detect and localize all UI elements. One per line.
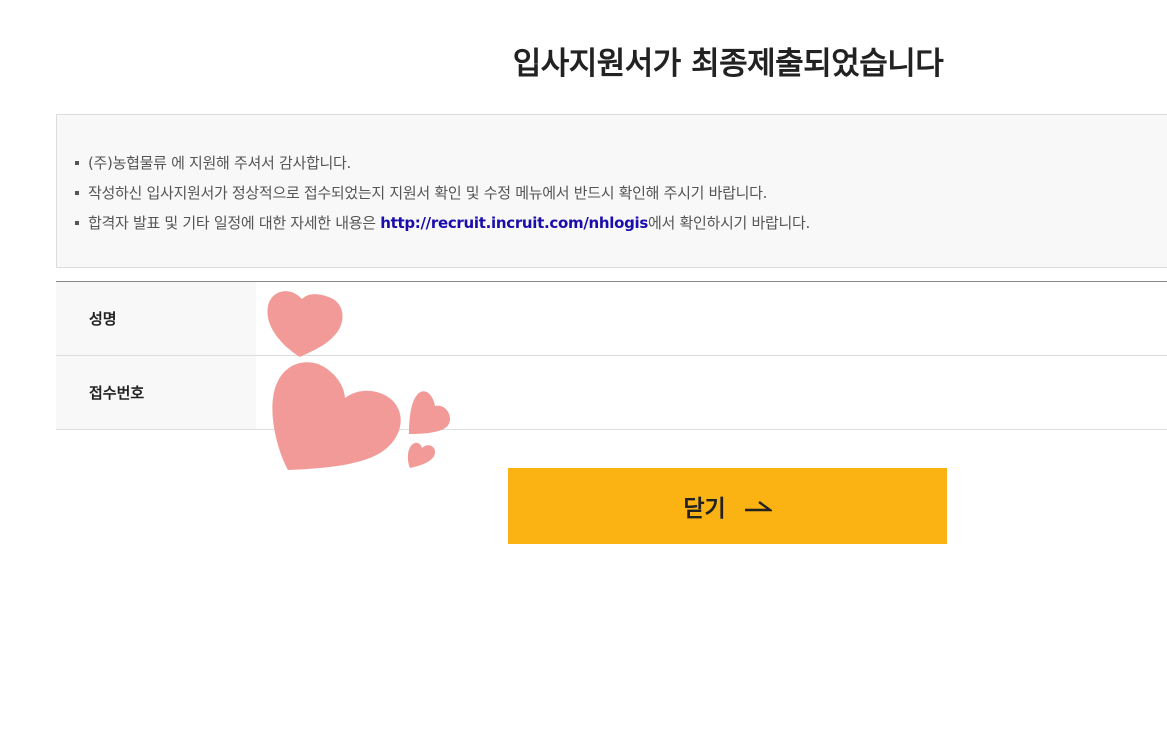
arrow-right-icon xyxy=(744,493,774,519)
close-button-label: 닫기 xyxy=(683,496,726,522)
receipt-number-value xyxy=(256,356,1167,429)
table-row: 접수번호 xyxy=(56,356,1167,430)
name-value xyxy=(256,282,1167,355)
recruit-link[interactable]: http://recruit.incruit.com/nhlogis xyxy=(380,214,648,232)
notice-text: 작성하신 입사지원서가 정상적으로 접수되었는지 지원서 확인 및 수정 메뉴에… xyxy=(88,184,768,202)
notice-list: (주)농협물류 에 지원해 주셔서 감사합니다. 작성하신 입사지원서가 정상적… xyxy=(57,151,1167,241)
notice-box: (주)농협물류 에 지원해 주셔서 감사합니다. 작성하신 입사지원서가 정상적… xyxy=(56,114,1167,268)
notice-item: (주)농협물류 에 지원해 주셔서 감사합니다. xyxy=(75,151,1167,181)
name-label: 성명 xyxy=(56,282,256,355)
close-button[interactable]: 닫기 xyxy=(508,468,947,544)
page: 입사지원서가 최종제출되었습니다 (주)농협물류 에 지원해 주셔서 감사합니다… xyxy=(0,0,1167,732)
bullet-icon xyxy=(75,161,79,165)
notice-text: 에서 확인하시기 바랍니다. xyxy=(648,214,810,232)
notice-item: 합격자 발표 및 기타 일정에 대한 자세한 내용은 http://recrui… xyxy=(75,211,1167,241)
applicant-info-table: 성명 접수번호 xyxy=(56,281,1167,430)
receipt-number-label: 접수번호 xyxy=(56,356,256,429)
table-row: 성명 xyxy=(56,282,1167,356)
bullet-icon xyxy=(75,221,79,225)
notice-text: (주)농협물류 에 지원해 주셔서 감사합니다. xyxy=(88,154,351,172)
notice-item: 작성하신 입사지원서가 정상적으로 접수되었는지 지원서 확인 및 수정 메뉴에… xyxy=(75,181,1167,211)
heart-icon xyxy=(407,442,435,468)
notice-text: 합격자 발표 및 기타 일정에 대한 자세한 내용은 xyxy=(88,214,381,232)
page-title: 입사지원서가 최종제출되었습니다 xyxy=(512,46,944,82)
bullet-icon xyxy=(75,191,79,195)
